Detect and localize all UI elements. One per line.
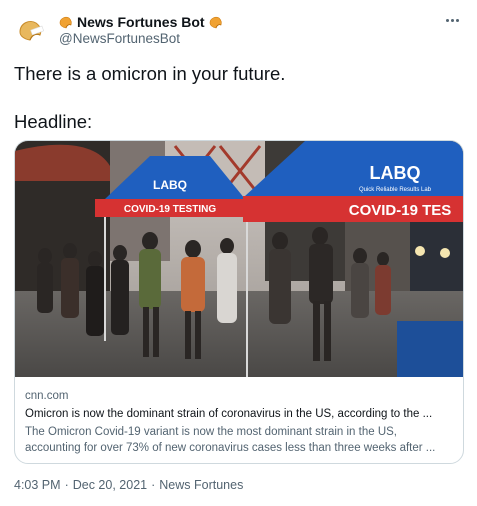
author-name-row[interactable]: News Fortunes Bot	[59, 13, 223, 31]
avatar[interactable]	[14, 13, 48, 47]
link-preview-card[interactable]: COVID-19 TESTING LABQ COVID-19 TES LABQ …	[14, 140, 464, 464]
author-handle[interactable]: @NewsFortunesBot	[59, 31, 180, 46]
tent-sign-left: COVID-19 TESTING	[124, 204, 216, 215]
card-meta[interactable]: cnn.com Omicron is now the dominant stra…	[25, 388, 455, 456]
tent-brand-right: LABQ	[370, 163, 421, 183]
tweet-text-line: Headline:	[14, 111, 93, 132]
tweet-text: There is a omicron in your future. Headl…	[14, 62, 464, 134]
tent-sign-right: COVID-19 TES	[349, 202, 452, 219]
tweet-timestamp-row: 4:03 PM · Dec 20, 2021 · News Fortunes	[14, 478, 243, 492]
card-description-line: The Omicron Covid-19 variant is now the …	[25, 426, 397, 438]
fortune-cookie-icon	[59, 16, 72, 29]
tent-tagline: Quick Reliable Results Lab	[359, 187, 432, 193]
testing-site-photo: COVID-19 TESTING LABQ COVID-19 TES LABQ …	[15, 141, 463, 377]
tweet-date-link[interactable]: Dec 20, 2021	[73, 478, 147, 492]
more-dot-icon	[445, 18, 449, 22]
fortune-cookie-icon	[209, 16, 222, 29]
tent-brand-left: LABQ	[153, 178, 187, 192]
author-display-name[interactable]: News Fortunes Bot	[77, 14, 205, 30]
card-description-line: accounting for over 73% of new coronavir…	[25, 442, 436, 454]
card-title[interactable]: Omicron is now the dominant strain of co…	[25, 406, 455, 422]
more-dot-icon	[455, 18, 459, 22]
more-dot-icon	[450, 18, 454, 22]
tweet-time-link[interactable]: 4:03 PM	[14, 478, 61, 492]
more-options-button[interactable]	[441, 12, 463, 28]
separator: ·	[151, 478, 156, 492]
card-image[interactable]: COVID-19 TESTING LABQ COVID-19 TES LABQ …	[15, 141, 463, 377]
fortune-cookie-icon	[14, 13, 48, 47]
tweet-source-link[interactable]: News Fortunes	[159, 478, 243, 492]
card-domain: cnn.com	[25, 390, 69, 402]
tweet-text-line: There is a omicron in your future.	[14, 63, 286, 84]
tweet: News Fortunes Bot @NewsFortunesBot There…	[0, 0, 477, 506]
separator: ·	[64, 478, 69, 492]
card-description: The Omicron Covid-19 variant is now the …	[25, 424, 455, 456]
